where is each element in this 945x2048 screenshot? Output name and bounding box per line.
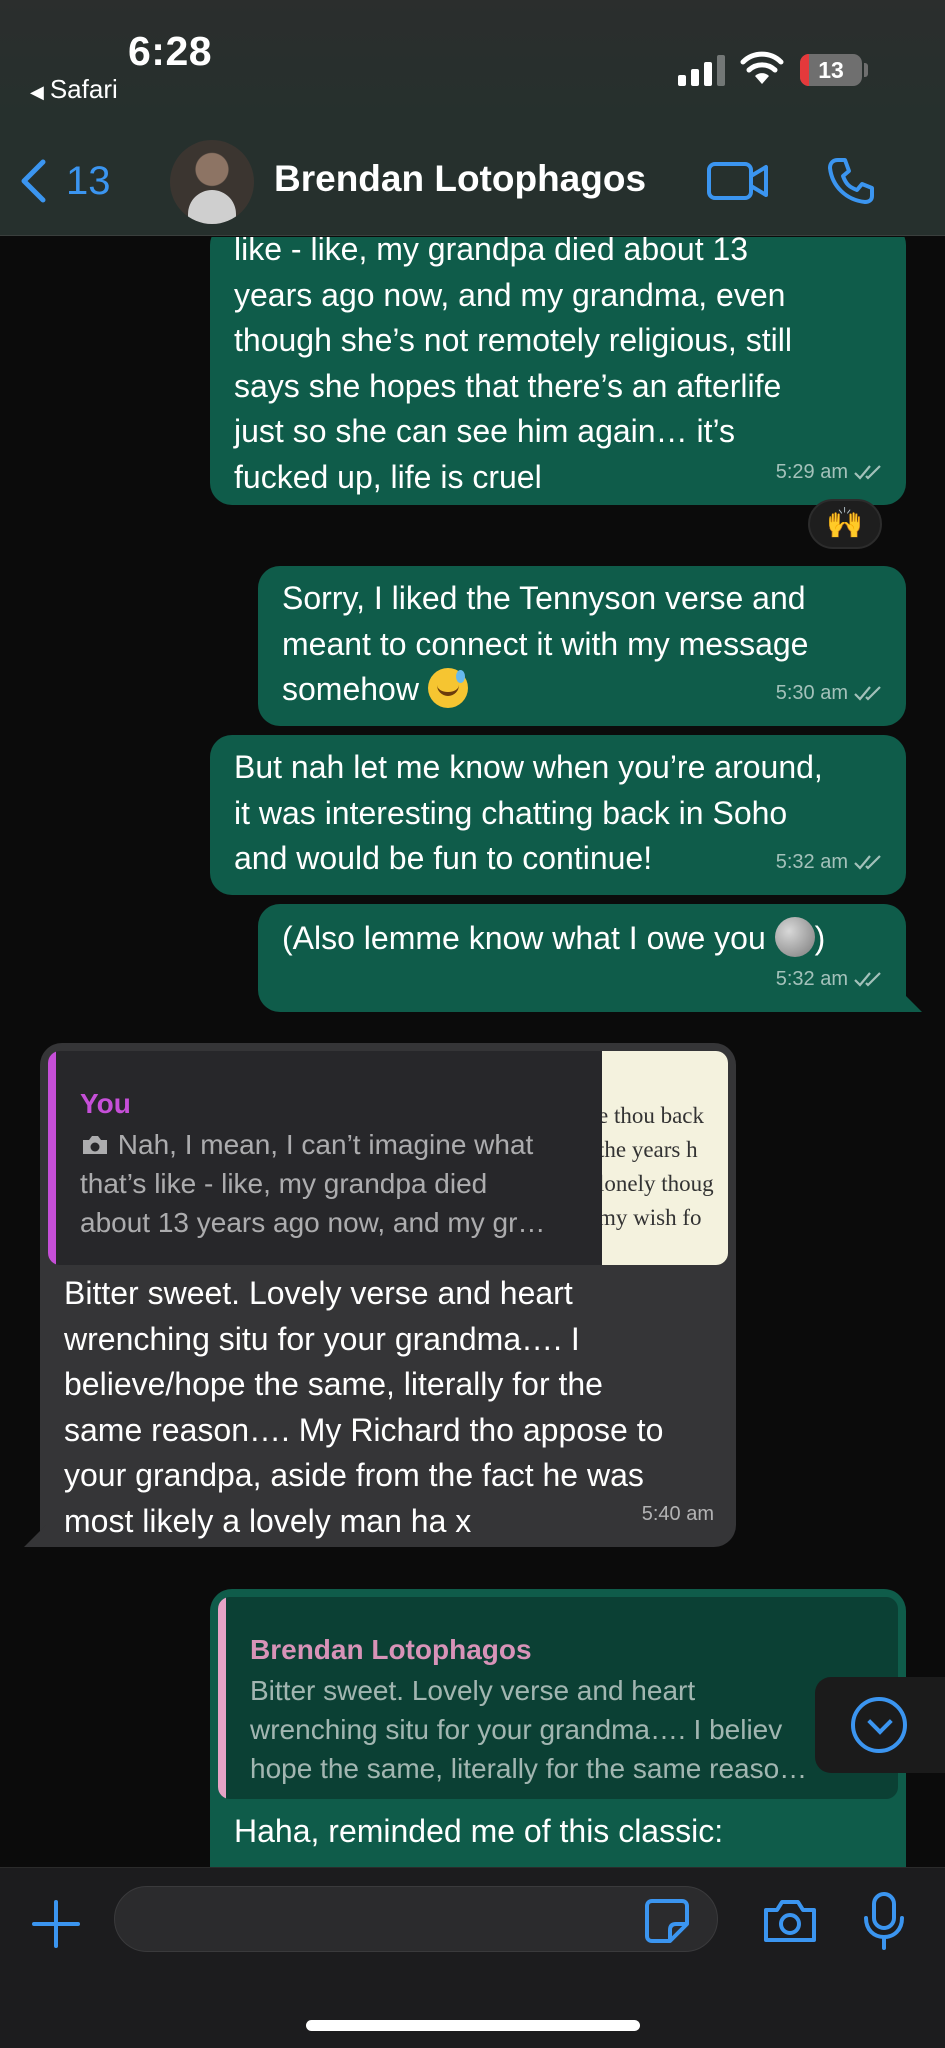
quote-author: You [80,1088,131,1119]
incoming-message[interactable]: You Nah, I mean, I can’t imagine what th… [40,1043,736,1547]
reply-quote[interactable]: Brendan Lotophagos Bitter sweet. Lovely … [218,1597,898,1799]
message-time: 5:32 am [775,967,848,990]
message-line: But nah let me know when you’re around, [234,749,823,785]
back-button[interactable]: 13 [18,158,111,204]
battery-icon: 13 [800,54,862,86]
moon-emoji-icon [774,917,815,957]
quote-author: Brendan Lotophagos [250,1634,532,1665]
reply-quote[interactable]: You Nah, I mean, I can’t imagine what th… [48,1051,728,1265]
message-time: 5:40 am [641,1502,714,1525]
message-time: 5:30 am [775,681,848,704]
double-check-icon [854,855,881,870]
contact-avatar[interactable] [170,140,254,224]
wifi-icon [740,51,784,84]
status-bar: 6:28 ◀ Safari 13 [0,0,945,120]
message-line: Haha, reminded me of this classic: [234,1813,724,1849]
quote-line: about 13 years ago now, and my gr… [80,1207,546,1238]
message-line: says she hopes that there’s an afterlife [234,367,782,404]
attach-plus-icon[interactable] [30,1898,82,1950]
message-time: 5:32 am [775,850,848,873]
back-app-label: Safari [49,74,118,104]
double-check-icon [854,686,881,701]
phone-call-icon[interactable] [826,156,876,206]
unread-count: 13 [66,158,111,203]
outgoing-message[interactable]: like - like, my grandpa died about 13 ye… [210,237,906,505]
message-input-field[interactable] [114,1886,718,1952]
chat-header: 13 Brendan Lotophagos [0,120,945,236]
cellular-signal-icon [678,54,725,86]
double-check-icon [854,465,881,480]
message-line: ) [814,920,826,956]
message-line: years ago now, and my grandma, even [234,276,786,313]
scroll-to-bottom-button[interactable] [815,1677,945,1773]
message-line: wrenching situ for your grandma…. I [64,1320,580,1357]
message-input[interactable] [135,1887,635,1951]
video-call-icon[interactable] [706,160,770,202]
message-line: somehow [282,671,419,707]
message-time: 5:29 am [775,460,848,483]
camera-icon[interactable] [762,1898,818,1944]
sticker-icon[interactable] [644,1898,690,1944]
back-triangle-icon: ◀ [30,82,44,102]
bubble-tail [24,1525,46,1547]
home-indicator[interactable] [306,2020,640,2031]
message-line: same reason…. My Richard tho appose to [64,1411,664,1448]
message-line: most likely a lovely man ha x [64,1502,472,1539]
back-to-safari[interactable]: ◀ Safari [30,74,118,105]
outgoing-message[interactable]: But nah let me know when you’re around, … [210,735,906,895]
microphone-icon[interactable] [862,1892,906,1950]
sweat-smile-emoji-icon [427,668,468,708]
outgoing-message[interactable]: (Also lemme know what I owe you ) 5:32 a… [258,904,906,1012]
outgoing-message[interactable]: Brendan Lotophagos Bitter sweet. Lovely … [210,1589,906,1867]
quote-image-thumbnail: e thou back the years h lonely thoug my … [602,1051,728,1265]
quote-line: Nah, I mean, I can’t imagine what [117,1129,534,1160]
chat-area[interactable]: like - like, my grandpa died about 13 ye… [0,237,945,1867]
message-line: (Also lemme know what I owe you [282,920,766,956]
message-line: Bitter sweet. Lovely verse and heart [64,1275,573,1311]
message-line: though she’s not remotely religious, sti… [234,322,792,358]
message-line: like - like, my grandpa died about 13 [234,237,749,267]
quote-line: wrenching situ for your grandma…. I beli… [250,1714,783,1745]
message-line: meant to connect it with my message [282,625,809,662]
quote-line: that’s like - like, my grandpa died [80,1168,488,1199]
chevron-left-icon [21,159,46,203]
message-line: believe/hope the same, literally for the [64,1366,603,1402]
quote-line: Bitter sweet. Lovely verse and heart [250,1675,696,1706]
battery-level: 13 [818,57,844,83]
bubble-tail [900,990,922,1012]
quote-line: hope the same, literally for the same re… [250,1753,808,1784]
message-line: Sorry, I liked the Tennyson verse and [282,580,806,616]
message-line: your grandpa, aside from the fact he was [64,1457,644,1493]
chevron-down-icon [851,1697,907,1753]
status-time: 6:28 [128,28,213,74]
outgoing-message[interactable]: Sorry, I liked the Tennyson verse and me… [258,566,906,726]
contact-name[interactable]: Brendan Lotophagos [274,158,646,200]
double-check-icon [854,972,881,987]
camera-small-icon [83,1136,107,1154]
reaction-badge[interactable]: 🙌 [808,499,882,549]
message-composer [0,1867,945,2048]
message-line: it was interesting chatting back in Soho [234,794,788,831]
message-line: just so she can see him again… it’s [234,413,735,449]
